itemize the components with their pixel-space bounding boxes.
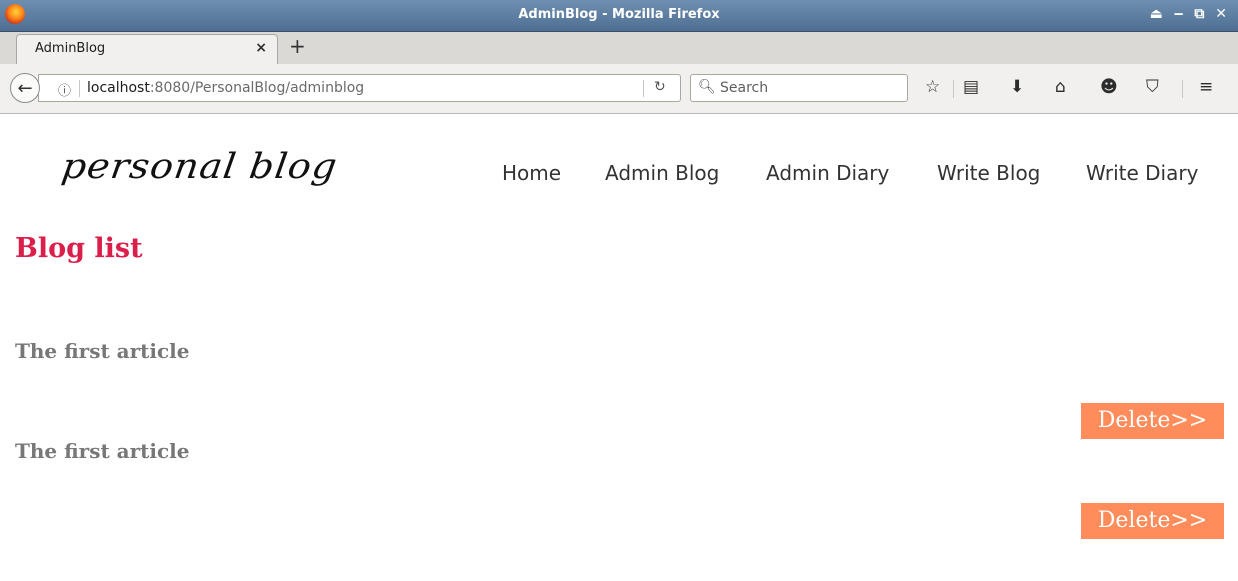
search-icon: 🔍︎ [698,79,716,95]
toolbar-separator [953,80,954,98]
nav-admin-blog[interactable]: Admin Blog [605,161,719,185]
back-arrow-icon: ← [17,78,33,99]
url-text[interactable]: localhost:8080/PersonalBlog/adminblog [87,80,364,96]
window-controls[interactable]: ⏏ ‒ ⧉ ✕ [1150,6,1230,22]
tab-bar: AdminBlog × [0,32,1238,65]
nav-home[interactable]: Home [502,161,561,185]
site-logo[interactable]: personal blog [59,146,340,186]
delete-button[interactable]: Delete>> [1081,403,1224,439]
tab-close-icon[interactable]: × [255,40,267,56]
bookmark-star-icon[interactable]: ☆ [925,77,940,97]
nav-admin-diary[interactable]: Admin Diary [766,161,889,185]
new-tab-button[interactable]: + [289,34,306,58]
url-separator [79,80,80,97]
pocket-icon[interactable]: ⛉ [1146,77,1159,97]
nav-write-blog[interactable]: Write Blog [937,161,1040,185]
search-placeholder: Search [720,80,769,96]
downloads-icon[interactable]: ⬇ [1010,77,1024,97]
reload-icon[interactable]: ↻ [654,79,666,95]
navigation-toolbar: ⓘ localhost:8080/PersonalBlog/adminblog … [0,64,1238,114]
article-title[interactable]: The first article [15,439,189,463]
delete-button[interactable]: Delete>> [1081,503,1224,539]
nav-write-diary[interactable]: Write Diary [1086,161,1198,185]
home-icon[interactable]: ⌂ [1055,77,1066,97]
toolbar-separator [1182,80,1183,98]
window-title: AdminBlog - Mozilla Firefox [518,7,720,22]
url-path: :8080/PersonalBlog/adminblog [149,80,365,96]
window-titlebar: AdminBlog - Mozilla Firefox ⏏ ‒ ⧉ ✕ [0,0,1238,32]
tab-adminblog[interactable]: AdminBlog × [16,34,278,65]
reload-separator [643,80,644,97]
search-box[interactable]: 🔍︎ Search [690,74,908,102]
url-bar[interactable]: ⓘ localhost:8080/PersonalBlog/adminblog … [38,74,681,102]
site-info-icon[interactable]: ⓘ [58,80,71,99]
menu-icon[interactable]: ≡ [1199,77,1213,97]
article-title[interactable]: The first article [15,339,189,363]
tab-label: AdminBlog [35,41,106,56]
bookmarks-list-icon[interactable]: ▤ [963,77,979,97]
page-content: personal blog Home Admin Blog Admin Diar… [0,114,1238,581]
url-host: localhost [87,80,150,96]
blog-list-heading: Blog list [15,233,143,264]
back-button[interactable]: ← [10,73,40,103]
chat-icon[interactable]: ☻ [1100,77,1118,97]
